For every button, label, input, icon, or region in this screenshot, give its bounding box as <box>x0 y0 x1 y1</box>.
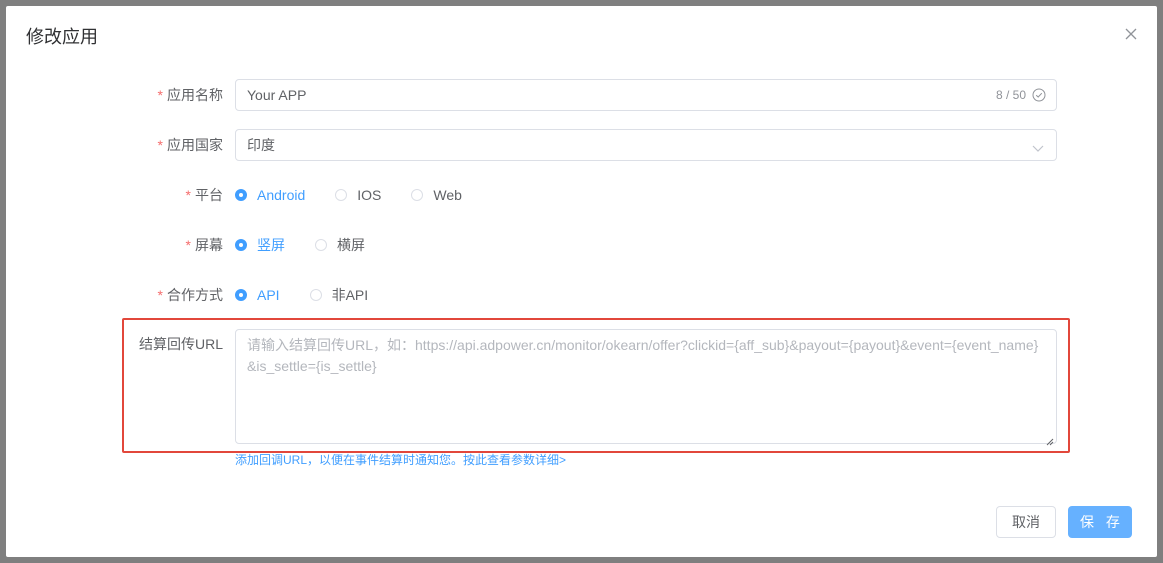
char-count: 8 / 50 <box>995 88 1026 102</box>
callback-url-textarea[interactable]: 请输入结算回传URL，如：https://api.adpower.cn/moni… <box>235 329 1057 446</box>
check-circle-icon <box>1032 88 1046 102</box>
resize-handle-icon[interactable] <box>1046 433 1054 446</box>
edit-app-dialog: 修改应用 * 应用名称 Your APP 8 / 50 * 应用国家 印度 * … <box>6 6 1157 557</box>
coop-mode-label: * 合作方式 <box>157 287 223 303</box>
radio-dot <box>309 289 322 301</box>
radio-dot <box>235 189 247 201</box>
radio-dot <box>235 289 247 301</box>
callback-url-placeholder: 请输入结算回传URL，如：https://api.adpower.cn/moni… <box>247 337 1039 374</box>
radio-android[interactable]: Android <box>235 187 305 203</box>
app-name-label: * 应用名称 <box>157 87 223 103</box>
radio-ios[interactable]: IOS <box>335 187 381 203</box>
platform-radio-group: Android IOS Web <box>235 179 492 211</box>
form-item-screen: * 屏幕 竖屏 横屏 <box>6 229 1157 261</box>
app-country-select[interactable]: 印度 <box>235 129 1057 161</box>
dialog-title: 修改应用 <box>26 27 98 47</box>
app-name-value: Your APP <box>247 87 307 103</box>
form-item-app-country: * 应用国家 印度 <box>6 129 1157 161</box>
radio-dot <box>315 239 327 251</box>
radio-non-api[interactable]: 非API <box>309 285 368 305</box>
save-button[interactable]: 保 存 <box>1068 506 1132 538</box>
app-name-input[interactable]: Your APP 8 / 50 <box>235 79 1057 111</box>
radio-dot <box>335 189 348 201</box>
screen-label: * 屏幕 <box>185 237 223 253</box>
form-item-platform: * 平台 Android IOS Web <box>6 179 1157 211</box>
coop-mode-radio-group: API 非API <box>235 279 398 311</box>
radio-dot <box>235 239 247 251</box>
cancel-button[interactable]: 取消 <box>996 506 1056 538</box>
callback-url-hint-link[interactable]: 添加回调URL，以便在事件结算时通知您。按此查看参数详细> <box>235 452 566 468</box>
radio-web[interactable]: Web <box>411 187 462 203</box>
callback-url-label: 结算回传URL <box>138 336 223 352</box>
radio-landscape[interactable]: 横屏 <box>315 235 365 255</box>
form-item-app-name: * 应用名称 Your APP 8 / 50 <box>6 79 1157 111</box>
close-icon[interactable] <box>1123 26 1139 42</box>
app-country-value: 印度 <box>247 137 275 153</box>
radio-dot <box>411 189 424 201</box>
app-country-label: * 应用国家 <box>157 137 223 153</box>
radio-portrait[interactable]: 竖屏 <box>235 235 285 255</box>
chevron-down-icon <box>1032 140 1044 152</box>
screen-radio-group: 竖屏 横屏 <box>235 229 395 261</box>
form-item-coop-mode: * 合作方式 API 非API <box>6 279 1157 311</box>
radio-api[interactable]: API <box>235 287 280 303</box>
platform-label: * 平台 <box>185 187 223 203</box>
